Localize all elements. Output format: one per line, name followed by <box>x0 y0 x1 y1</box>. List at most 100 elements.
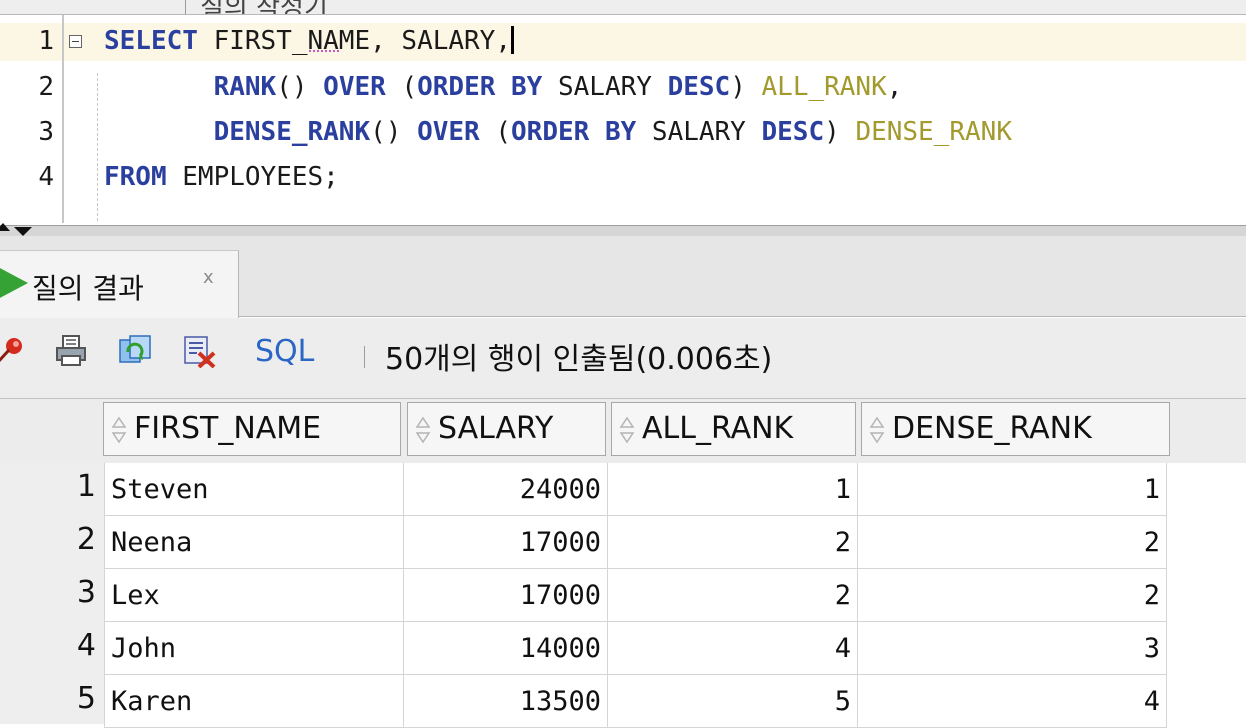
cell-all-rank[interactable]: 1 <box>608 463 858 516</box>
text-caret <box>511 26 514 54</box>
close-icon[interactable]: x <box>203 267 214 288</box>
export-icon[interactable] <box>182 334 216 368</box>
cell-first-name[interactable]: Karen <box>104 675 404 728</box>
sql-alias: ALL_RANK <box>761 72 887 102</box>
table-row[interactable]: 4 John 14000 4 3 <box>0 622 1246 675</box>
cell-dense-rank[interactable]: 2 <box>858 516 1167 569</box>
top-tab-strip: 질의 작성기 <box>0 0 1246 15</box>
fold-guide <box>97 73 98 221</box>
header-label: DENSE_RANK <box>892 411 1092 446</box>
cell-salary[interactable]: 24000 <box>404 463 608 516</box>
tab-query-result[interactable]: 질의 결과 x <box>0 250 239 318</box>
editor-line-1[interactable]: 1 SELECT FIRST_NAME, SALARY, <box>0 23 1246 61</box>
sort-icon[interactable] <box>110 416 128 444</box>
cell-all-rank[interactable]: 4 <box>608 622 858 675</box>
column-header-all-rank[interactable]: ALL_RANK <box>611 402 856 456</box>
sql-button[interactable]: SQL <box>255 334 314 369</box>
sort-icon[interactable] <box>414 416 432 444</box>
sql-keyword: DESC <box>667 72 731 102</box>
sql-text: , <box>886 72 903 102</box>
cell-first-name[interactable]: Steven <box>104 463 404 516</box>
cell-salary[interactable]: 17000 <box>404 516 608 569</box>
cell-dense-rank[interactable]: 4 <box>858 675 1167 728</box>
sql-text: () <box>370 117 418 147</box>
row-number: 4 <box>76 628 96 663</box>
sql-text: FIRST_NAME, SALARY, <box>197 26 511 56</box>
collapse-down-icon[interactable] <box>14 227 32 236</box>
cell-salary[interactable]: 14000 <box>404 622 608 675</box>
pin-icon[interactable] <box>0 334 26 368</box>
code-line[interactable]: RANK() OVER (ORDER BY SALARY DESC) ALL_R… <box>104 72 903 102</box>
cell-salary[interactable]: 17000 <box>404 569 608 622</box>
top-tab-label[interactable]: 질의 작성기 <box>200 0 328 14</box>
sql-keyword: DENSE_RANK <box>213 117 371 147</box>
sql-text: ) <box>824 117 856 147</box>
fetch-status: 50개의 행이 인출됨(0.006초) <box>385 342 773 377</box>
line-number: 3 <box>38 117 54 147</box>
sql-keyword: RANK <box>213 72 277 102</box>
fold-collapse-icon[interactable] <box>69 35 82 48</box>
row-number: 5 <box>76 681 96 716</box>
collapse-up-icon[interactable] <box>0 223 10 231</box>
run-icon <box>0 267 28 299</box>
cell-dense-rank[interactable]: 3 <box>858 622 1167 675</box>
sql-keyword: FROM <box>104 162 167 192</box>
header-label: FIRST_NAME <box>134 411 322 446</box>
code-line[interactable]: DENSE_RANK() OVER (ORDER BY SALARY DESC)… <box>104 117 1012 147</box>
code-line[interactable]: FROM EMPLOYEES; <box>104 162 339 192</box>
sql-keyword: ORDER BY <box>511 117 637 147</box>
sql-text: SALARY <box>542 72 668 102</box>
line-number: 2 <box>38 72 54 102</box>
sql-text: ) <box>730 72 762 102</box>
cell-first-name[interactable]: Lex <box>104 569 404 622</box>
line-number: 4 <box>38 162 54 192</box>
cell-first-name[interactable]: Neena <box>104 516 404 569</box>
tab-label: 질의 결과 <box>32 272 144 305</box>
table-row[interactable]: 1 Steven 24000 1 1 <box>0 463 1246 516</box>
sql-keyword: DESC <box>761 117 825 147</box>
sql-text: () <box>276 72 324 102</box>
gutter-border <box>62 15 64 223</box>
sql-text: ( <box>479 117 512 147</box>
sort-icon[interactable] <box>868 416 886 444</box>
header-label: SALARY <box>438 411 554 446</box>
sql-alias: DENSE_RANK <box>855 117 1012 147</box>
sql-keyword: OVER <box>417 117 480 147</box>
refresh-icon[interactable] <box>118 334 152 368</box>
editor-line-4[interactable]: 4 FROM EMPLOYEES; <box>0 159 1246 197</box>
table-row[interactable]: 2 Neena 17000 2 2 <box>0 516 1246 569</box>
sql-keyword: ORDER BY <box>417 72 543 102</box>
row-number: 1 <box>76 469 96 504</box>
print-icon[interactable] <box>54 334 88 368</box>
cell-dense-rank[interactable]: 2 <box>858 569 1167 622</box>
column-header-first-name[interactable]: FIRST_NAME <box>103 402 401 456</box>
sql-editor[interactable]: 1 SELECT FIRST_NAME, SALARY, 2 RANK() OV… <box>0 15 1246 223</box>
cell-salary[interactable]: 13500 <box>404 675 608 728</box>
sort-icon[interactable] <box>618 416 636 444</box>
header-label: ALL_RANK <box>642 411 794 446</box>
sql-keyword: OVER <box>323 72 386 102</box>
editor-line-2[interactable]: 2 RANK() OVER (ORDER BY SALARY DESC) ALL… <box>0 69 1246 107</box>
cell-dense-rank[interactable]: 1 <box>858 463 1167 516</box>
cell-all-rank[interactable]: 2 <box>608 569 858 622</box>
results-toolbar: SQL 50개의 행이 인출됨(0.006초) <box>0 318 1246 399</box>
results-grid[interactable]: FIRST_NAME SALARY ALL_RANK DENSE_RANK 1 … <box>0 399 1246 728</box>
column-header-dense-rank[interactable]: DENSE_RANK <box>861 402 1170 456</box>
spellcheck-underline <box>309 50 339 52</box>
sql-text: ( <box>385 72 418 102</box>
toolbar-separator <box>364 346 365 368</box>
sql-text: SALARY <box>636 117 762 147</box>
cell-first-name[interactable]: John <box>104 622 404 675</box>
table-row[interactable]: 5 Karen 13500 5 4 <box>0 675 1246 728</box>
column-header-salary[interactable]: SALARY <box>407 402 606 456</box>
cell-all-rank[interactable]: 2 <box>608 516 858 569</box>
editor-line-3[interactable]: 3 DENSE_RANK() OVER (ORDER BY SALARY DES… <box>0 114 1246 152</box>
sql-text: EMPLOYEES; <box>166 162 339 192</box>
results-tab-bar: 질의 결과 x <box>0 236 1246 318</box>
cell-all-rank[interactable]: 5 <box>608 675 858 728</box>
table-row[interactable]: 3 Lex 17000 2 2 <box>0 569 1246 622</box>
line-number: 1 <box>38 26 54 56</box>
row-number: 2 <box>76 522 96 557</box>
